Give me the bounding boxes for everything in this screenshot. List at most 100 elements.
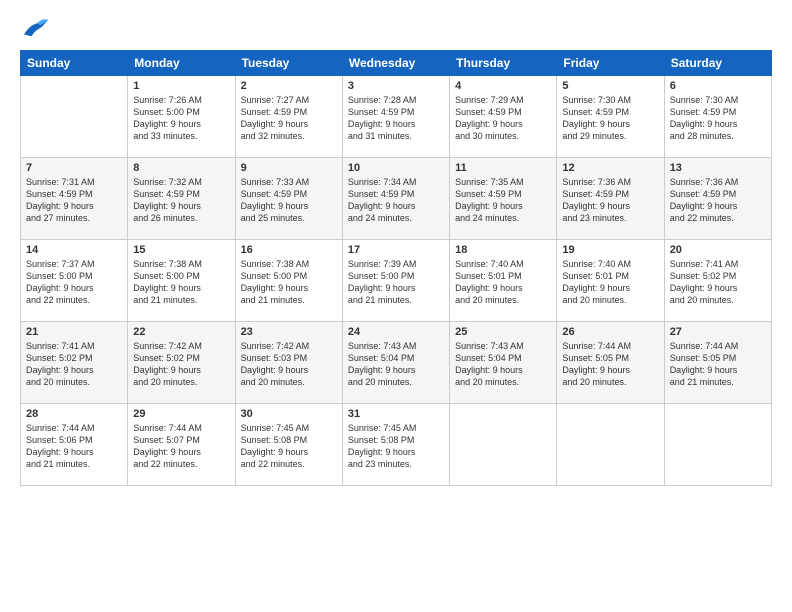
calendar-cell: 19 Sunrise: 7:40 AM Sunset: 5:01 PM Dayli… xyxy=(557,240,664,322)
weekday-header-sunday: Sunday xyxy=(21,51,128,76)
day-info: Sunrise: 7:36 AM Sunset: 4:59 PM Dayligh… xyxy=(670,176,766,225)
calendar-cell: 12 Sunrise: 7:36 AM Sunset: 4:59 PM Dayli… xyxy=(557,158,664,240)
day-info: Sunrise: 7:44 AM Sunset: 5:05 PM Dayligh… xyxy=(562,340,658,389)
calendar-cell: 21Sunrise: 7:41 AM Sunset: 5:02 PM Dayli… xyxy=(21,322,128,404)
calendar-cell xyxy=(557,404,664,486)
calendar-week-1: 1 Sunrise: 7:26 AM Sunset: 5:00 PM Daylig… xyxy=(21,76,772,158)
calendar-cell: 1 Sunrise: 7:26 AM Sunset: 5:00 PM Daylig… xyxy=(128,76,235,158)
header xyxy=(20,16,772,40)
calendar-cell xyxy=(21,76,128,158)
day-info: Sunrise: 7:43 AM Sunset: 5:04 PM Dayligh… xyxy=(348,340,444,389)
day-number: 19 xyxy=(562,244,658,256)
calendar-cell: 30 Sunrise: 7:45 AM Sunset: 5:08 PM Dayli… xyxy=(235,404,342,486)
calendar-cell: 6 Sunrise: 7:30 AM Sunset: 4:59 PM Daylig… xyxy=(664,76,771,158)
day-info: Sunrise: 7:38 AM Sunset: 5:00 PM Dayligh… xyxy=(241,258,337,307)
day-info: Sunrise: 7:30 AM Sunset: 4:59 PM Dayligh… xyxy=(562,94,658,143)
day-number: 28 xyxy=(26,408,122,420)
calendar-week-2: 7 Sunrise: 7:31 AM Sunset: 4:59 PM Daylig… xyxy=(21,158,772,240)
day-info: Sunrise: 7:27 AM Sunset: 4:59 PM Dayligh… xyxy=(241,94,337,143)
day-number: 12 xyxy=(562,162,658,174)
day-number: 9 xyxy=(241,162,337,174)
day-info: Sunrise: 7:42 AM Sunset: 5:02 PM Dayligh… xyxy=(133,340,229,389)
day-number: 3 xyxy=(348,80,444,92)
calendar-cell: 4Sunrise: 7:29 AM Sunset: 4:59 PM Daylig… xyxy=(450,76,557,158)
calendar-cell: 7 Sunrise: 7:31 AM Sunset: 4:59 PM Daylig… xyxy=(21,158,128,240)
day-info: Sunrise: 7:44 AM Sunset: 5:07 PM Dayligh… xyxy=(133,422,229,471)
calendar-cell: 9 Sunrise: 7:33 AM Sunset: 4:59 PM Daylig… xyxy=(235,158,342,240)
logo-bird-icon xyxy=(22,16,50,40)
calendar-cell: 2 Sunrise: 7:27 AM Sunset: 4:59 PM Daylig… xyxy=(235,76,342,158)
day-number: 6 xyxy=(670,80,766,92)
calendar-cell: 20Sunrise: 7:41 AM Sunset: 5:02 PM Dayli… xyxy=(664,240,771,322)
calendar-cell: 25 Sunrise: 7:43 AM Sunset: 5:04 PM Dayli… xyxy=(450,322,557,404)
calendar-cell: 8 Sunrise: 7:32 AM Sunset: 4:59 PM Daylig… xyxy=(128,158,235,240)
day-info: Sunrise: 7:29 AM Sunset: 4:59 PM Dayligh… xyxy=(455,94,551,143)
day-info: Sunrise: 7:36 AM Sunset: 4:59 PM Dayligh… xyxy=(562,176,658,225)
day-info: Sunrise: 7:30 AM Sunset: 4:59 PM Dayligh… xyxy=(670,94,766,143)
day-info: Sunrise: 7:26 AM Sunset: 5:00 PM Dayligh… xyxy=(133,94,229,143)
day-info: Sunrise: 7:39 AM Sunset: 5:00 PM Dayligh… xyxy=(348,258,444,307)
day-info: Sunrise: 7:44 AM Sunset: 5:05 PM Dayligh… xyxy=(670,340,766,389)
calendar-cell: 13 Sunrise: 7:36 AM Sunset: 4:59 PM Dayli… xyxy=(664,158,771,240)
calendar-week-5: 28 Sunrise: 7:44 AM Sunset: 5:06 PM Dayli… xyxy=(21,404,772,486)
day-number: 25 xyxy=(455,326,551,338)
day-info: Sunrise: 7:33 AM Sunset: 4:59 PM Dayligh… xyxy=(241,176,337,225)
weekday-header-monday: Monday xyxy=(128,51,235,76)
calendar-cell: 31 Sunrise: 7:45 AM Sunset: 5:08 PM Dayli… xyxy=(342,404,449,486)
logo xyxy=(20,20,50,40)
day-number: 15 xyxy=(133,244,229,256)
day-info: Sunrise: 7:41 AM Sunset: 5:02 PM Dayligh… xyxy=(26,340,122,389)
calendar-cell: 22 Sunrise: 7:42 AM Sunset: 5:02 PM Dayli… xyxy=(128,322,235,404)
calendar-cell: 14 Sunrise: 7:37 AM Sunset: 5:00 PM Dayli… xyxy=(21,240,128,322)
day-info: Sunrise: 7:38 AM Sunset: 5:00 PM Dayligh… xyxy=(133,258,229,307)
calendar-table: SundayMondayTuesdayWednesdayThursdayFrid… xyxy=(20,50,772,486)
day-info: Sunrise: 7:43 AM Sunset: 5:04 PM Dayligh… xyxy=(455,340,551,389)
day-number: 23 xyxy=(241,326,337,338)
day-info: Sunrise: 7:40 AM Sunset: 5:01 PM Dayligh… xyxy=(562,258,658,307)
calendar-week-4: 21Sunrise: 7:41 AM Sunset: 5:02 PM Dayli… xyxy=(21,322,772,404)
day-number: 8 xyxy=(133,162,229,174)
calendar-cell: 28 Sunrise: 7:44 AM Sunset: 5:06 PM Dayli… xyxy=(21,404,128,486)
day-info: Sunrise: 7:40 AM Sunset: 5:01 PM Dayligh… xyxy=(455,258,551,307)
day-info: Sunrise: 7:34 AM Sunset: 4:59 PM Dayligh… xyxy=(348,176,444,225)
page: SundayMondayTuesdayWednesdayThursdayFrid… xyxy=(0,0,792,612)
day-number: 16 xyxy=(241,244,337,256)
calendar-cell: 23Sunrise: 7:42 AM Sunset: 5:03 PM Dayli… xyxy=(235,322,342,404)
day-number: 26 xyxy=(562,326,658,338)
weekday-header-thursday: Thursday xyxy=(450,51,557,76)
day-info: Sunrise: 7:28 AM Sunset: 4:59 PM Dayligh… xyxy=(348,94,444,143)
day-info: Sunrise: 7:45 AM Sunset: 5:08 PM Dayligh… xyxy=(348,422,444,471)
day-number: 29 xyxy=(133,408,229,420)
day-number: 7 xyxy=(26,162,122,174)
weekday-header-saturday: Saturday xyxy=(664,51,771,76)
day-info: Sunrise: 7:44 AM Sunset: 5:06 PM Dayligh… xyxy=(26,422,122,471)
day-number: 13 xyxy=(670,162,766,174)
day-number: 17 xyxy=(348,244,444,256)
calendar-cell: 15 Sunrise: 7:38 AM Sunset: 5:00 PM Dayli… xyxy=(128,240,235,322)
calendar-cell: 18 Sunrise: 7:40 AM Sunset: 5:01 PM Dayli… xyxy=(450,240,557,322)
calendar-cell: 17 Sunrise: 7:39 AM Sunset: 5:00 PM Dayli… xyxy=(342,240,449,322)
day-number: 22 xyxy=(133,326,229,338)
weekday-header-row: SundayMondayTuesdayWednesdayThursdayFrid… xyxy=(21,51,772,76)
day-number: 24 xyxy=(348,326,444,338)
day-number: 10 xyxy=(348,162,444,174)
day-number: 1 xyxy=(133,80,229,92)
day-number: 18 xyxy=(455,244,551,256)
day-number: 11 xyxy=(455,162,551,174)
calendar-cell: 27Sunrise: 7:44 AM Sunset: 5:05 PM Dayli… xyxy=(664,322,771,404)
day-number: 5 xyxy=(562,80,658,92)
weekday-header-friday: Friday xyxy=(557,51,664,76)
day-info: Sunrise: 7:45 AM Sunset: 5:08 PM Dayligh… xyxy=(241,422,337,471)
day-info: Sunrise: 7:31 AM Sunset: 4:59 PM Dayligh… xyxy=(26,176,122,225)
day-number: 2 xyxy=(241,80,337,92)
calendar-cell: 10 Sunrise: 7:34 AM Sunset: 4:59 PM Dayli… xyxy=(342,158,449,240)
weekday-header-wednesday: Wednesday xyxy=(342,51,449,76)
day-info: Sunrise: 7:32 AM Sunset: 4:59 PM Dayligh… xyxy=(133,176,229,225)
day-number: 30 xyxy=(241,408,337,420)
day-number: 14 xyxy=(26,244,122,256)
calendar-cell: 3 Sunrise: 7:28 AM Sunset: 4:59 PM Daylig… xyxy=(342,76,449,158)
day-info: Sunrise: 7:37 AM Sunset: 5:00 PM Dayligh… xyxy=(26,258,122,307)
day-number: 31 xyxy=(348,408,444,420)
calendar-cell: 16 Sunrise: 7:38 AM Sunset: 5:00 PM Dayli… xyxy=(235,240,342,322)
calendar-cell: 29 Sunrise: 7:44 AM Sunset: 5:07 PM Dayli… xyxy=(128,404,235,486)
